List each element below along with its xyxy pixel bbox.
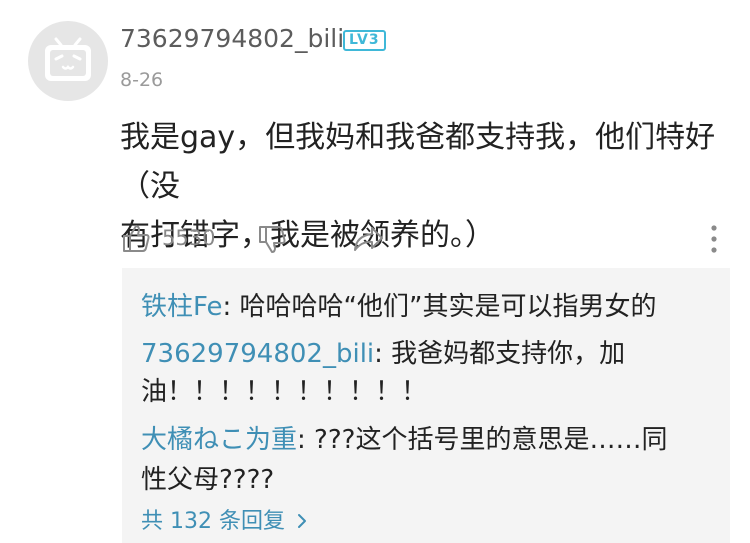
reply-preview-box[interactable]: 铁柱Fe: 哈哈哈哈“他们”其实是可以指男女的 73629794802_bili… [122, 268, 730, 543]
reply-item: 大橘ねこ为重: ???这个括号里的意思是……同 [141, 420, 667, 460]
reply-item: 铁柱Fe: 哈哈哈哈“他们”其实是可以指男女的 [141, 287, 657, 327]
comment-actions: 5530 [120, 218, 730, 258]
avatar-tv-icon [45, 37, 91, 81]
reply-text-continued: 油！！！！！！！！！！ [141, 377, 428, 407]
comment-date: 8-26 [120, 69, 164, 91]
share-icon[interactable] [352, 224, 386, 254]
reply-item: 73629794802_bili: 我爸妈都支持你，加 [141, 334, 625, 374]
view-more-replies-link[interactable]: 共 132 条回复 [141, 508, 308, 536]
more-vertical-icon[interactable] [708, 224, 720, 254]
like-count: 5530 [162, 226, 216, 250]
thumb-down-icon[interactable] [256, 224, 288, 256]
comment-content-line: 我是gay，但我妈和我爸都支持我，他们特好（没 [120, 120, 716, 204]
reply-username[interactable]: 铁柱Fe [141, 292, 223, 322]
reply-text: : ???这个括号里的意思是……同 [297, 425, 668, 455]
chevron-right-icon [297, 514, 306, 528]
reply-text: : 哈哈哈哈“他们”其实是可以指男女的 [222, 292, 657, 322]
avatar[interactable] [28, 21, 108, 101]
reply-username[interactable]: 大橘ねこ为重 [141, 425, 297, 455]
reply-text-continued: 性父母???? [141, 465, 275, 495]
more-replies-label: 共 132 条回复 [141, 509, 285, 534]
level-badge: LV3 [343, 30, 386, 51]
thumb-up-icon[interactable] [120, 222, 152, 254]
comment-username[interactable]: 73629794802_bili [120, 22, 344, 56]
reply-username[interactable]: 73629794802_bili [141, 339, 374, 369]
reply-text: : 我爸妈都支持你，加 [374, 339, 626, 369]
